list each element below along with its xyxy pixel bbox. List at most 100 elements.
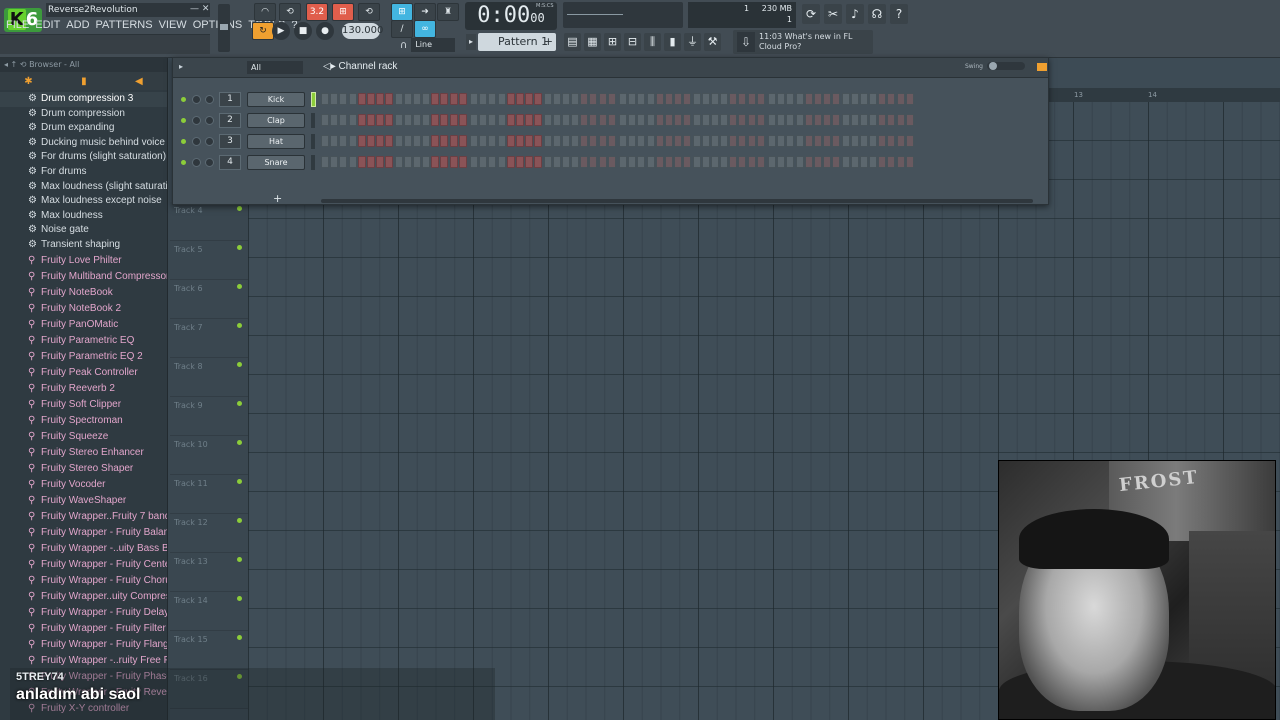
step-button[interactable] — [422, 114, 431, 126]
channel-name-button[interactable]: Kick — [247, 92, 305, 107]
step-button[interactable] — [823, 114, 832, 126]
step-button[interactable] — [488, 135, 497, 147]
step-button[interactable] — [887, 135, 896, 147]
step-button[interactable] — [598, 135, 607, 147]
step-button[interactable] — [385, 135, 394, 147]
step-button[interactable] — [506, 114, 515, 126]
track-mute-led[interactable] — [237, 245, 242, 250]
step-button[interactable] — [804, 156, 813, 168]
step-button[interactable] — [571, 114, 580, 126]
step-button[interactable] — [385, 93, 394, 105]
step-button[interactable] — [841, 114, 850, 126]
step-button[interactable] — [458, 135, 467, 147]
link-icon[interactable]: ∞ — [414, 20, 436, 38]
plug-icon[interactable]: ⏚ — [684, 33, 701, 51]
step-button[interactable] — [683, 135, 692, 147]
step-button[interactable] — [756, 156, 765, 168]
browser-item[interactable]: ⚙ Drum compression 3 — [0, 92, 167, 107]
browser-item[interactable]: ⚙ Max loudness except noise — [0, 194, 167, 209]
step-button[interactable] — [777, 93, 786, 105]
step-button[interactable] — [357, 114, 366, 126]
step-button[interactable] — [339, 93, 348, 105]
step-button[interactable] — [655, 93, 664, 105]
step-button[interactable] — [543, 114, 552, 126]
step-button[interactable] — [683, 114, 692, 126]
step-button[interactable] — [357, 93, 366, 105]
step-button[interactable] — [720, 93, 729, 105]
step-button[interactable] — [832, 114, 841, 126]
step-button[interactable] — [580, 135, 589, 147]
step-button[interactable] — [552, 114, 561, 126]
step-button[interactable] — [786, 135, 795, 147]
step-button[interactable] — [458, 114, 467, 126]
step-button[interactable] — [412, 156, 421, 168]
step-button[interactable] — [458, 156, 467, 168]
step-button[interactable] — [607, 135, 616, 147]
step-button[interactable] — [497, 93, 506, 105]
step-button[interactable] — [394, 156, 403, 168]
step-button[interactable] — [655, 114, 664, 126]
track-header[interactable]: Track 12 — [170, 514, 248, 553]
menu-item-file[interactable]: FILE — [6, 18, 29, 32]
step-button[interactable] — [878, 156, 887, 168]
step-button[interactable] — [674, 93, 683, 105]
step-button[interactable] — [619, 93, 627, 105]
browser-item[interactable]: ⚙ Drum expanding — [0, 121, 167, 136]
step-button[interactable] — [738, 114, 747, 126]
step-button[interactable] — [366, 114, 375, 126]
step-button[interactable] — [813, 156, 822, 168]
step-button[interactable] — [664, 156, 673, 168]
browser-item[interactable]: ⚲ Fruity Multiband Compressor — [0, 269, 167, 285]
step-button[interactable] — [701, 156, 710, 168]
browser-speaker-icon[interactable]: ◀ — [135, 76, 143, 87]
browser-icon[interactable]: ⊟ — [624, 33, 641, 51]
step-button[interactable] — [589, 93, 598, 105]
browser-item[interactable]: ⚲ Fruity NoteBook — [0, 285, 167, 301]
step-button[interactable] — [710, 135, 719, 147]
mixer-icon[interactable]: ⫼ — [644, 33, 661, 51]
step-button[interactable] — [515, 135, 524, 147]
channel-pan-knob[interactable] — [192, 95, 201, 104]
step-button[interactable] — [348, 93, 357, 105]
browser-item[interactable]: ⚲ Fruity Stereo Shaper — [0, 461, 167, 477]
step-button[interactable] — [905, 93, 914, 105]
step-button[interactable] — [887, 114, 896, 126]
step-button[interactable] — [777, 114, 786, 126]
step-button[interactable] — [813, 114, 822, 126]
help-icon[interactable]: ? — [890, 4, 908, 24]
step-button[interactable] — [738, 135, 747, 147]
step-button[interactable] — [747, 156, 756, 168]
step-button[interactable] — [470, 135, 478, 147]
track-mute-led[interactable] — [237, 635, 242, 640]
track-mute-led[interactable] — [237, 401, 242, 406]
step-button[interactable] — [561, 156, 570, 168]
step-button[interactable] — [515, 156, 524, 168]
step-button[interactable] — [598, 114, 607, 126]
step-button[interactable] — [729, 156, 738, 168]
step-button[interactable] — [357, 156, 366, 168]
step-button[interactable] — [841, 156, 850, 168]
browser-item[interactable]: ⚲ Fruity Wrapper - Fruity Filter — [0, 621, 167, 637]
step-button[interactable] — [506, 156, 515, 168]
step-button[interactable] — [795, 114, 804, 126]
menu-item-add[interactable]: ADD — [66, 18, 89, 32]
pattern-arrow[interactable]: ▸ — [466, 34, 476, 50]
piano-roll-icon[interactable]: ▦ — [584, 33, 601, 51]
recording-filter-button[interactable]: ♜ — [437, 3, 459, 21]
step-button[interactable] — [431, 114, 440, 126]
channel-name-button[interactable]: Clap — [247, 113, 305, 128]
record-icon[interactable]: ● — [316, 22, 334, 40]
step-button[interactable] — [747, 114, 756, 126]
step-button[interactable] — [403, 135, 412, 147]
channel-volume-knob[interactable] — [205, 116, 214, 125]
step-button[interactable] — [813, 135, 822, 147]
step-button[interactable] — [692, 156, 701, 168]
step-button[interactable] — [619, 114, 627, 126]
step-button[interactable] — [607, 93, 616, 105]
step-button[interactable] — [674, 156, 683, 168]
step-button[interactable] — [552, 156, 561, 168]
step-button[interactable] — [674, 135, 683, 147]
step-button[interactable] — [525, 114, 534, 126]
step-button[interactable] — [804, 135, 813, 147]
step-button[interactable] — [543, 93, 552, 105]
